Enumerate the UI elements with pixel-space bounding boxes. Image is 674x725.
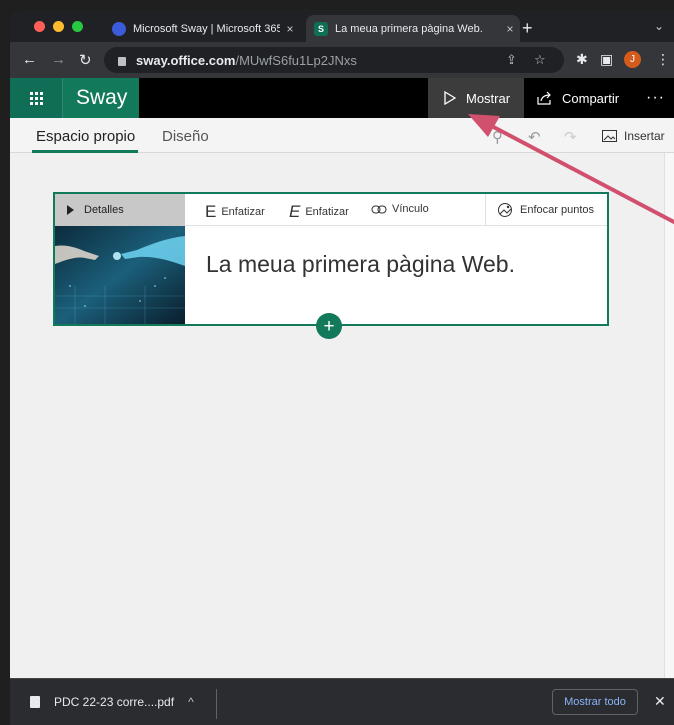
- share-page-icon[interactable]: ⇪: [506, 52, 517, 68]
- divider: [216, 689, 217, 719]
- more-options-button[interactable]: ···: [646, 78, 665, 118]
- image-icon: [602, 130, 617, 142]
- url-domain: sway.office.com: [136, 52, 236, 68]
- share-icon: [537, 91, 551, 105]
- tab-title: La meua primera pàgina Web.: [335, 22, 483, 35]
- italic-e-icon: E: [289, 202, 301, 221]
- search-icon[interactable]: ⚲: [492, 128, 503, 146]
- maximize-window-button[interactable]: [72, 21, 83, 32]
- bold-e-icon: E: [205, 202, 217, 221]
- forward-arrow-icon[interactable]: →: [51, 51, 66, 68]
- app-launcher-icon[interactable]: [10, 78, 62, 118]
- extensions-puzzle-icon[interactable]: ✱: [576, 51, 588, 68]
- tab-search-button[interactable]: ⌄: [654, 19, 664, 33]
- details-toggle[interactable]: Detalles: [55, 194, 185, 226]
- link-label: Vínculo: [392, 203, 429, 215]
- undo-icon[interactable]: ↶: [528, 128, 541, 146]
- show-label: Mostrar: [466, 90, 511, 106]
- tab-strip: Microsoft Sway | Microsoft 365 × S La me…: [10, 10, 674, 42]
- back-arrow-icon[interactable]: ←: [22, 51, 37, 68]
- close-download-bar-icon[interactable]: ✕: [654, 693, 666, 710]
- tab-espacio-propio[interactable]: Espacio propio: [36, 128, 135, 145]
- new-tab-button[interactable]: +: [522, 18, 533, 39]
- card-toolbar: E Enfatizar E Enfatizar Vínculo Enfocar …: [185, 194, 607, 226]
- insert-label: Insertar: [624, 129, 665, 143]
- file-icon: [30, 696, 40, 708]
- address-bar[interactable]: sway.office.com /MUwfS6fu1Lp2JNxs ⇪ ☆: [104, 47, 564, 73]
- insert-button[interactable]: Insertar: [602, 129, 665, 143]
- lock-icon: [118, 56, 126, 66]
- focus-points-button[interactable]: Enfocar puntos: [485, 194, 607, 225]
- card-title-text[interactable]: La meua primera pàgina Web.: [206, 251, 515, 278]
- sway-favicon-icon: [112, 21, 126, 36]
- emphasize-italic-button[interactable]: E Enfatizar: [289, 203, 349, 220]
- emphasize-bold-button[interactable]: E Enfatizar: [205, 203, 265, 220]
- redo-icon[interactable]: ↷: [564, 128, 577, 146]
- tab-title: Microsoft Sway | Microsoft 365: [133, 22, 280, 35]
- tab-diseno[interactable]: Diseño: [162, 128, 209, 145]
- emphasize-label: Enfatizar: [221, 205, 265, 218]
- minimize-window-button[interactable]: [53, 21, 64, 32]
- bookmark-star-icon[interactable]: ☆: [534, 52, 546, 68]
- browser-menu-icon[interactable]: ⋮: [656, 51, 670, 68]
- close-window-button[interactable]: [34, 21, 45, 32]
- show-button[interactable]: Mostrar: [428, 78, 524, 118]
- focus-points-icon: [498, 202, 512, 217]
- window-controls: [34, 21, 83, 32]
- sway-brand[interactable]: Sway: [62, 78, 139, 118]
- share-label: Compartir: [562, 90, 620, 106]
- link-button[interactable]: Vínculo: [371, 203, 429, 215]
- expand-triangle-icon: [67, 205, 74, 215]
- sway-header: Sway Mostrar Compartir ···: [10, 78, 674, 118]
- share-button[interactable]: Compartir: [537, 78, 619, 118]
- browser-window: Microsoft Sway | Microsoft 365 × S La me…: [10, 10, 674, 725]
- details-label: Detalles: [84, 204, 124, 216]
- chevron-up-icon[interactable]: ^: [188, 695, 194, 709]
- right-panel-edge: [664, 153, 674, 678]
- tab-microsoft-sway[interactable]: Microsoft Sway | Microsoft 365 ×: [102, 15, 300, 42]
- play-icon: [444, 91, 456, 105]
- download-filename: PDC 22-23 corre....pdf: [54, 695, 175, 709]
- show-all-downloads-button[interactable]: Mostrar todo: [552, 689, 638, 715]
- sway-subnav: Espacio propio Diseño ⚲ ↶ ↷ Insertar: [10, 118, 674, 153]
- reload-icon[interactable]: ↻: [79, 51, 92, 69]
- download-item[interactable]: PDC 22-23 corre....pdf ^: [30, 695, 194, 709]
- title-card[interactable]: Detalles E Enfatizar E Enfatizar Vínculo…: [53, 192, 609, 326]
- add-card-button[interactable]: +: [316, 313, 342, 339]
- profile-avatar[interactable]: J: [624, 51, 641, 68]
- card-background-image[interactable]: [55, 226, 185, 324]
- tab-la-meua-primera[interactable]: S La meua primera pàgina Web. ×: [306, 15, 520, 42]
- download-bar: PDC 22-23 corre....pdf ^ Mostrar todo ✕: [10, 678, 674, 725]
- browser-toolbar: ← → ↻ sway.office.com /MUwfS6fu1Lp2JNxs …: [10, 42, 674, 78]
- tab-close-icon[interactable]: ×: [500, 22, 520, 36]
- ai-hand-image: [55, 226, 185, 324]
- url-path: /MUwfS6fu1Lp2JNxs: [235, 52, 357, 68]
- focus-points-label: Enfocar puntos: [520, 203, 594, 216]
- sway-doc-favicon-icon: S: [314, 21, 328, 36]
- tab-close-icon[interactable]: ×: [280, 22, 300, 36]
- link-icon: [371, 205, 387, 213]
- side-panel-icon[interactable]: ▣: [600, 51, 613, 68]
- emphasize-label: Enfatizar: [305, 205, 349, 218]
